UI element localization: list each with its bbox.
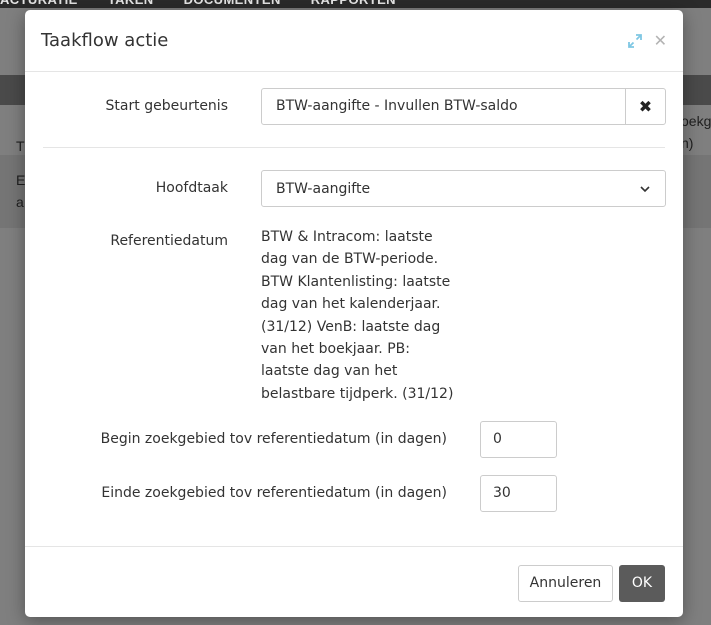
chevron-down-icon bbox=[640, 185, 650, 192]
modal-header: Taakflow actie ✕ bbox=[25, 10, 683, 72]
top-nav-items: ACTURATIE TAKEN DOCUMENTEN RAPPORTEN bbox=[0, 0, 711, 8]
begin-zoekgebied-label: Begin zoekgebied tov referentiedatum (in… bbox=[100, 431, 447, 447]
referentiedatum-description: BTW & Intracom: laatste dag van de BTW-p… bbox=[261, 229, 454, 402]
annuleren-button[interactable]: Annuleren bbox=[518, 565, 613, 602]
einde-zoekgebied-input[interactable]: 30 bbox=[480, 475, 557, 512]
top-navbar: ACTURATIE TAKEN DOCUMENTEN RAPPORTEN bbox=[0, 0, 711, 8]
start-gebeurtenis-field[interactable]: BTW-aangifte - Invullen BTW-saldo ✖ bbox=[261, 88, 666, 125]
background-right-text: oekg n) bbox=[681, 113, 711, 151]
nav-item-taken[interactable]: TAKEN bbox=[108, 0, 154, 8]
referentiedatum-label: Referentiedatum bbox=[110, 233, 228, 249]
close-icon[interactable]: ✕ bbox=[654, 32, 667, 48]
hoofdtaak-selected-value: BTW-aangifte bbox=[276, 180, 371, 197]
clear-start-gebeurtenis-button[interactable]: ✖ bbox=[626, 89, 665, 124]
modal-header-icons: ✕ bbox=[627, 32, 667, 48]
modal-footer: Annuleren OK bbox=[25, 546, 683, 617]
hoofdtaak-select[interactable]: BTW-aangifte bbox=[261, 170, 666, 207]
start-gebeurtenis-value[interactable]: BTW-aangifte - Invullen BTW-saldo bbox=[262, 89, 626, 124]
taakflow-actie-modal: Taakflow actie ✕ Start gebeurtenis BTW-a… bbox=[25, 10, 683, 617]
times-icon: ✖ bbox=[638, 97, 653, 116]
expand-icon[interactable] bbox=[627, 33, 642, 48]
nav-item-facturatie[interactable]: ACTURATIE bbox=[0, 0, 78, 8]
hoofdtaak-label: Hoofdtaak bbox=[155, 180, 228, 196]
ok-button[interactable]: OK bbox=[619, 565, 665, 602]
einde-zoekgebied-label: Einde zoekgebied tov referentiedatum (in… bbox=[101, 485, 447, 501]
modal-title: Taakflow actie bbox=[41, 30, 169, 51]
start-gebeurtenis-label: Start gebeurtenis bbox=[105, 98, 228, 114]
nav-item-documenten[interactable]: DOCUMENTEN bbox=[184, 0, 281, 8]
begin-zoekgebied-input[interactable]: 0 bbox=[480, 421, 557, 458]
nav-item-rapporten[interactable]: RAPPORTEN bbox=[311, 0, 396, 8]
section-divider bbox=[43, 147, 665, 148]
